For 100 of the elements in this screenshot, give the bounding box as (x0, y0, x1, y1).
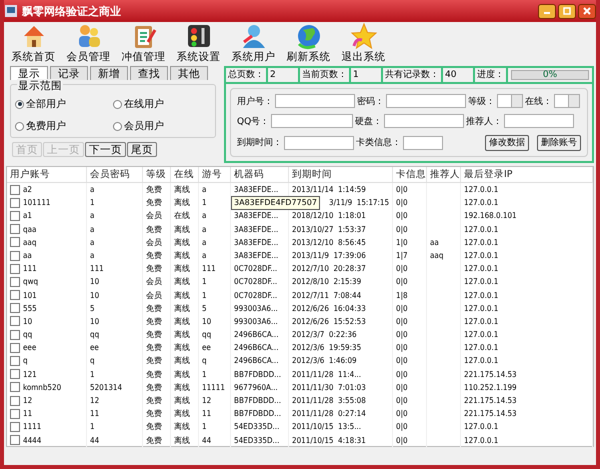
table-cell: 5 (202, 304, 207, 313)
toolbar-button[interactable]: 系统首页 (6, 22, 61, 66)
table-cell: 离线 (174, 264, 190, 274)
checkbox[interactable] (10, 303, 20, 314)
checkbox[interactable] (10, 224, 20, 234)
table-cell-text: a1 (23, 210, 32, 222)
table-cell: 44 (90, 436, 100, 445)
table-cell: 110.252.1.199 (464, 382, 517, 392)
field-label: 密码： (357, 96, 384, 108)
checkbox[interactable] (10, 356, 20, 366)
table-cell: 1|8 (396, 290, 408, 300)
column-header[interactable]: 最后登录IP (461, 167, 593, 182)
table-cell: 离线 (174, 330, 190, 340)
action-button[interactable]: 删除账号 (537, 134, 581, 151)
table-cell: 0|0 (396, 382, 408, 392)
table-cell: 111 (90, 264, 104, 274)
page-button[interactable]: 下一页 (85, 142, 126, 157)
column-header[interactable]: 卡信息 (393, 167, 427, 182)
column-header[interactable]: 推荐人 (427, 167, 461, 182)
table-cell: 10 (90, 290, 100, 300)
input-field[interactable] (386, 94, 466, 108)
input-field[interactable] (275, 94, 355, 108)
table-cell: 2011/11/28 0:27:14 (292, 409, 366, 418)
table-cell: 1 (202, 422, 207, 432)
minimize-button[interactable] (538, 4, 556, 18)
column-header[interactable]: 等级 (143, 167, 171, 182)
checkbox[interactable] (10, 316, 20, 326)
table-cell: 2012/3/7 0:22:36 (292, 330, 357, 340)
checkbox[interactable] (10, 276, 20, 287)
checkbox[interactable] (10, 369, 20, 380)
tab[interactable]: 查找 (130, 66, 168, 80)
table-cell: 离线 (174, 382, 190, 392)
close-button[interactable] (578, 4, 596, 18)
table-cell: 免费 (146, 304, 162, 313)
action-button[interactable]: 修改数据 (485, 134, 529, 151)
input-field[interactable] (504, 114, 574, 128)
toolbar-button[interactable]: 退出系统 (336, 22, 391, 66)
column-header[interactable]: 在线 (171, 167, 199, 182)
table-cell: 3A83EFDE... (234, 224, 278, 234)
tab[interactable]: 其他 (170, 66, 208, 80)
checkbox[interactable] (10, 264, 20, 274)
table-cell: 127.0.0.1 (464, 343, 498, 352)
table-cell: ee (90, 343, 99, 352)
stat-value: 40 (443, 68, 475, 82)
table-cell: a (90, 238, 94, 247)
table-cell: 免费 (146, 356, 162, 366)
checkbox[interactable] (10, 210, 20, 221)
table-cell: 离线 (174, 198, 190, 208)
table-cell: 10 (90, 316, 100, 326)
star-icon (350, 22, 378, 50)
column-header[interactable]: 用户账号 (7, 167, 87, 182)
radio-option[interactable]: 全部用户 (15, 97, 113, 111)
table-cell: 2011/10/15 13:5... (292, 422, 362, 432)
table-cell: 离线 (174, 436, 190, 445)
maximize-button[interactable] (558, 4, 576, 18)
toolbar-button[interactable]: 冲值管理 (116, 22, 171, 66)
toolbar-button[interactable]: 会员管理 (61, 22, 116, 66)
toolbar-button[interactable]: 系统用户 (226, 22, 281, 66)
tab[interactable]: 显示 (10, 66, 48, 80)
checkbox[interactable] (10, 342, 20, 353)
checkbox[interactable] (10, 198, 20, 208)
tab[interactable]: 记录 (50, 66, 88, 80)
input-field[interactable] (271, 114, 354, 128)
checkbox[interactable] (10, 382, 20, 392)
checkbox[interactable] (10, 330, 20, 340)
input-field[interactable] (384, 114, 464, 128)
field-label: 硬盘： (355, 116, 382, 128)
table-cell: 1 (202, 290, 207, 300)
table-cell: 1 (90, 198, 95, 208)
checkbox[interactable] (10, 184, 20, 195)
input-field[interactable] (403, 136, 443, 150)
checkbox[interactable] (10, 408, 20, 419)
checkbox[interactable] (10, 290, 20, 300)
radio-option[interactable]: 在线用户 (113, 97, 211, 111)
column-header[interactable]: 机器码 (231, 167, 289, 182)
checkbox[interactable] (10, 396, 20, 406)
checkbox[interactable] (10, 250, 20, 261)
column-header[interactable]: 游号 (199, 167, 231, 182)
table-cell: 10 (90, 277, 100, 286)
column-header[interactable]: 会员密码 (87, 167, 143, 182)
dropdown[interactable] (554, 94, 580, 108)
table-cell: 0|0 (396, 422, 408, 432)
page-button[interactable]: 尾页 (127, 142, 157, 157)
column-header[interactable]: 到期时间 (289, 167, 393, 182)
checkbox[interactable] (10, 237, 20, 248)
radio-option[interactable]: 会员用户 (113, 119, 211, 133)
toolbar-button[interactable]: 系统设置 (171, 22, 226, 66)
table-cell: 127.0.0.1 (464, 238, 498, 247)
table-cell: 1|0 (396, 238, 408, 247)
checkbox[interactable] (10, 435, 20, 446)
dropdown[interactable] (497, 94, 523, 108)
radio-option[interactable]: 免费用户 (15, 119, 113, 133)
input-field[interactable] (284, 136, 354, 150)
checkbox[interactable] (10, 422, 20, 432)
stat-label: 进度： (475, 68, 508, 82)
table-cell: 127.0.0.1 (464, 250, 498, 260)
toolbar-button[interactable]: 刷新系统 (281, 22, 336, 66)
tab[interactable]: 新增 (90, 66, 128, 80)
table-cell: 993003A6... (234, 316, 278, 326)
table-cell: qq (90, 330, 100, 340)
